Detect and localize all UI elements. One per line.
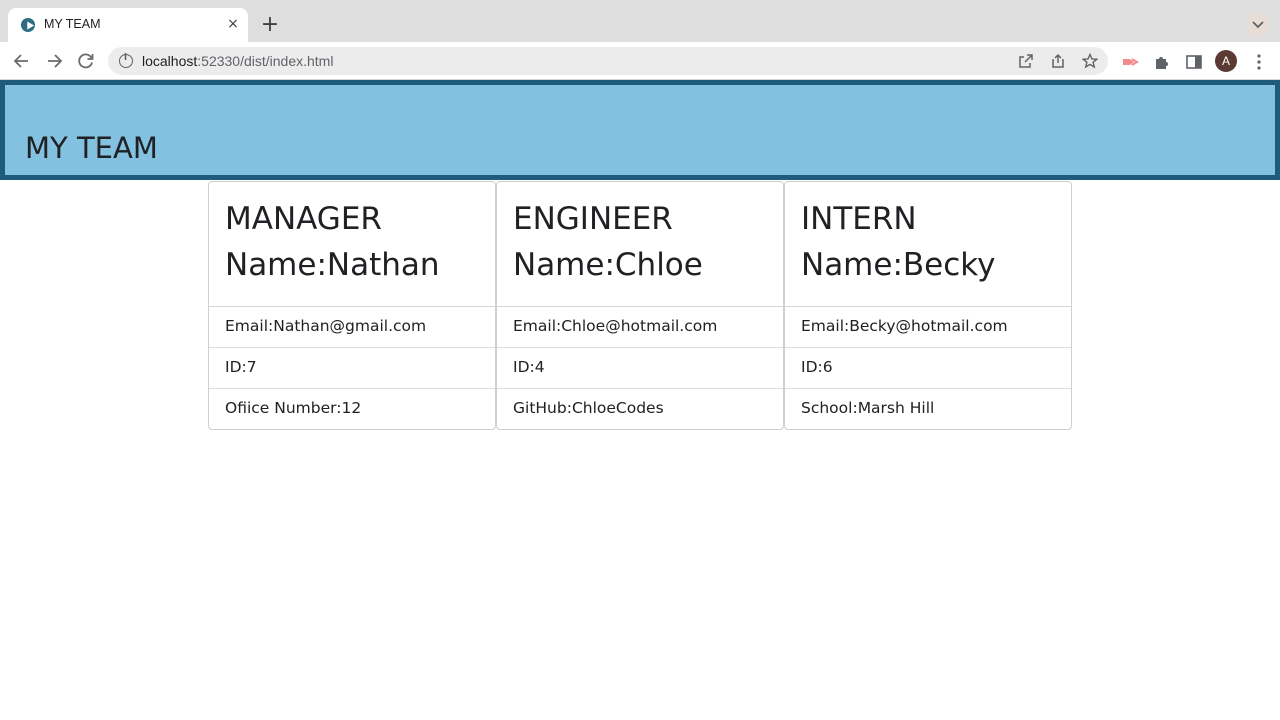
extension-icon[interactable] [1121, 53, 1139, 71]
card-email-row: Email:Nathan@gmail.com [209, 307, 495, 348]
tab-title: MY TEAM [44, 17, 101, 31]
card-email-row: Email:Becky@hotmail.com [785, 307, 1071, 348]
chevron-down-icon [1252, 21, 1264, 29]
browser-toolbar: localhost:52330/dist/index.html A [0, 42, 1280, 80]
card-role: ENGINEER [513, 201, 673, 237]
close-tab-icon[interactable]: × [224, 15, 242, 33]
page-title: MY TEAM [25, 131, 158, 165]
browser-tab[interactable]: MY TEAM × [8, 8, 248, 42]
page-header: MY TEAM [0, 80, 1280, 180]
card-id-row: ID:6 [785, 348, 1071, 389]
card-school-row: School:Marsh Hill [801, 399, 935, 417]
reload-icon[interactable] [76, 51, 96, 71]
side-panel-icon[interactable] [1185, 53, 1203, 71]
card-id-row: ID:7 [209, 348, 495, 389]
manager-card: MANAGER Name:Nathan Email:Nathan@gmail.c… [208, 181, 496, 430]
browser-tab-strip: MY TEAM × + [0, 0, 1280, 42]
back-arrow-icon[interactable] [12, 51, 32, 71]
intern-card: INTERN Name:Becky Email:Becky@hotmail.co… [784, 181, 1072, 430]
kebab-menu-icon[interactable] [1250, 53, 1268, 71]
profile-avatar[interactable]: A [1215, 50, 1237, 72]
card-role: MANAGER [225, 201, 382, 237]
tab-search-button[interactable] [1246, 13, 1270, 37]
share-icon[interactable] [1050, 53, 1066, 69]
favicon-icon [21, 18, 35, 32]
card-name: Name:Becky [801, 247, 996, 283]
puzzle-extensions-icon[interactable] [1153, 53, 1171, 71]
card-id-row: ID:4 [497, 348, 783, 389]
card-header: MANAGER Name:Nathan [209, 182, 495, 307]
new-tab-icon[interactable]: + [258, 14, 282, 38]
card-role: INTERN [801, 201, 917, 237]
card-office-number-row: Ofiice Number:12 [225, 399, 362, 417]
open-in-app-icon[interactable] [1018, 53, 1034, 69]
team-cards: MANAGER Name:Nathan Email:Nathan@gmail.c… [208, 181, 1072, 430]
card-name: Name:Nathan [225, 247, 440, 283]
card-github-row: GitHub:ChloeCodes [513, 399, 664, 417]
bookmark-star-icon[interactable] [1082, 53, 1098, 69]
address-bar[interactable]: localhost:52330/dist/index.html [108, 47, 1108, 75]
card-name: Name:Chloe [513, 247, 703, 283]
card-email-row: Email:Chloe@hotmail.com [497, 307, 783, 348]
card-header: ENGINEER Name:Chloe [497, 182, 783, 307]
site-info-icon[interactable] [119, 53, 133, 68]
forward-arrow-icon[interactable] [44, 51, 64, 71]
engineer-card: ENGINEER Name:Chloe Email:Chloe@hotmail.… [496, 181, 784, 430]
url-text[interactable]: localhost:52330/dist/index.html [142, 53, 333, 69]
card-header: INTERN Name:Becky [785, 182, 1071, 307]
